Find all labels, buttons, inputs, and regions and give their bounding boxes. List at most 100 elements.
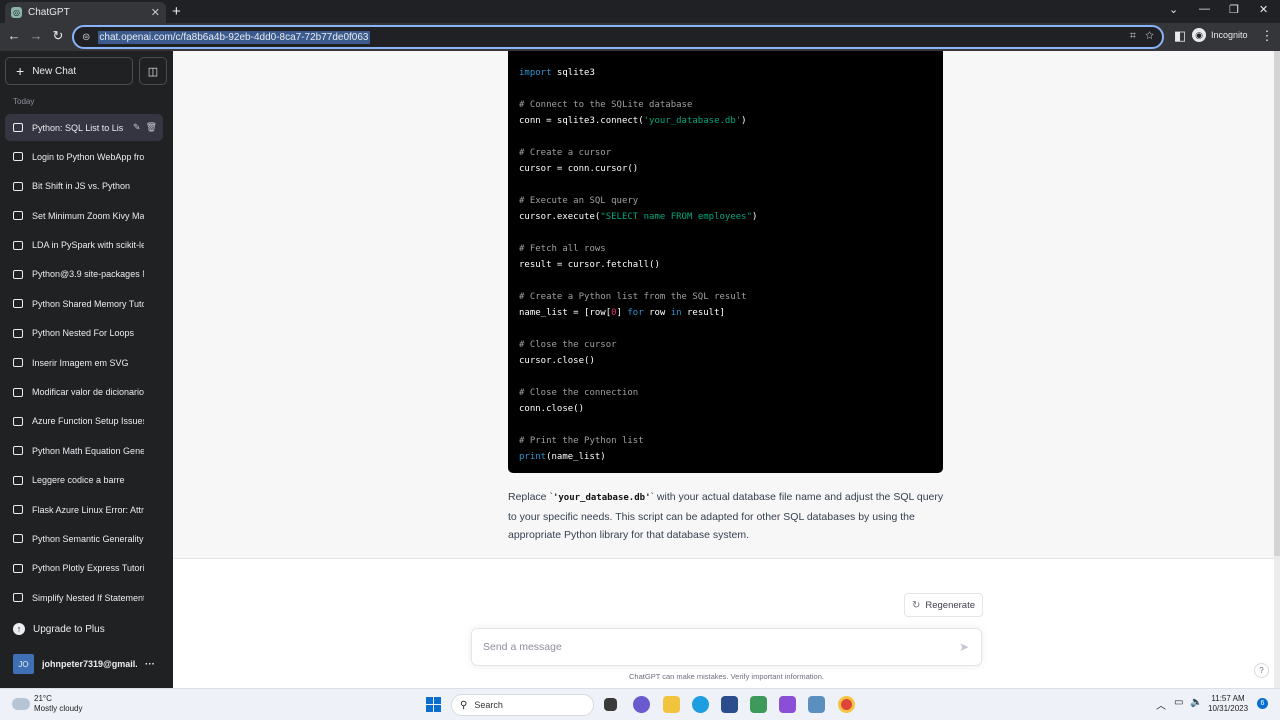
conversation-item[interactable]: Python Semantic Generality: [5, 525, 163, 553]
edge-browser-icon[interactable]: [692, 696, 709, 713]
conversation-item[interactable]: Login to Python WebApp fro: [5, 143, 163, 171]
side-panel-icon[interactable]: ◧: [1172, 28, 1188, 44]
clock-time: 11:57 AM: [1211, 694, 1245, 703]
regenerate-label: Regenerate: [925, 599, 976, 611]
scrollbar-thumb[interactable]: [1274, 51, 1280, 556]
composer-area: ↻ Regenerate ➤ ChatGPT can make mistakes…: [173, 559, 1274, 688]
conversation-item[interactable]: Simplify Nested If Statement: [5, 584, 163, 612]
conversation-title: Bit Shift in JS vs. Python: [32, 181, 131, 192]
maximize-icon[interactable]: ❐: [1229, 3, 1239, 16]
microsoft-store-icon[interactable]: [721, 696, 738, 713]
plus-icon: +: [16, 63, 25, 79]
close-sidebar-button[interactable]: ◫: [139, 57, 167, 85]
conversation-item[interactable]: Python@3.9 site-packages M: [5, 260, 163, 288]
more-options-icon[interactable]: ···: [145, 659, 155, 670]
system-clock[interactable]: 11:57 AM 10/31/2023: [1208, 694, 1248, 714]
bookmark-star-icon[interactable]: ⌗ ☆: [1130, 30, 1154, 43]
new-tab-icon[interactable]: +: [172, 3, 181, 20]
code-line: conn.close(): [519, 404, 585, 414]
chat-bubble-icon: [13, 534, 23, 544]
conversation-item[interactable]: Leggere codice a barre: [5, 466, 163, 494]
incognito-icon: ◉: [1192, 28, 1206, 42]
conversation-title: Python@3.9 site-packages M: [32, 269, 144, 280]
browser-tab-bar: ◎ ChatGPT ✕ + ⌄ — ❐ ✕: [0, 0, 1280, 23]
tab-title: ChatGPT: [28, 7, 70, 18]
photos-icon[interactable]: [808, 696, 825, 713]
browser-tab[interactable]: ◎ ChatGPT ✕: [5, 2, 166, 23]
conversation-item[interactable]: Inserir Imagem em SVG: [5, 349, 163, 377]
conversation-item[interactable]: Python Nested For Loops: [5, 319, 163, 347]
tab-search-icon[interactable]: ⌄: [1169, 3, 1178, 16]
conversation-title: Python Plotly Express Tutoria: [32, 563, 144, 574]
close-tab-icon[interactable]: ✕: [151, 6, 160, 19]
conversation-item[interactable]: Python Shared Memory Tutor: [5, 290, 163, 318]
windows-taskbar: 21°C Mostly cloudy ⚲ Search ︿ ▭ 🔈 11:57 …: [0, 688, 1280, 720]
chat-bubble-icon: [13, 387, 23, 397]
conversation-title: Python: SQL List to Lis: [32, 122, 124, 133]
code-line: print(name_list): [519, 452, 606, 462]
regenerate-button[interactable]: ↻ Regenerate: [904, 593, 983, 617]
conversation-item[interactable]: Modificar valor de dicionario: [5, 378, 163, 406]
back-icon[interactable]: ←: [6, 28, 22, 43]
chat-bubble-icon: [13, 123, 23, 132]
conversation-title: Leggere codice a barre: [32, 475, 125, 486]
chat-bubble-icon: [13, 152, 23, 162]
chat-bubble-icon: [13, 328, 23, 338]
send-icon[interactable]: ➤: [959, 640, 969, 654]
conversation-item[interactable]: Flask Azure Linux Error: Attri: [5, 496, 163, 524]
code-line: cursor.execute("SELECT name FROM employe…: [519, 212, 758, 222]
notification-badge[interactable]: 6: [1257, 698, 1268, 709]
chatgpt-favicon-icon: ◎: [11, 7, 22, 18]
site-info-icon[interactable]: ⊜: [82, 32, 90, 43]
conversation-item[interactable]: Python Math Equation Gener: [5, 437, 163, 465]
message-input[interactable]: [483, 641, 943, 653]
url-text[interactable]: chat.openai.com/c/fa8b6a4b-92eb-4dd0-8ca…: [98, 30, 370, 44]
edit-delete-icons[interactable]: ✎ 🗑: [133, 122, 157, 133]
sidebar-toggle-icon: ◫: [147, 65, 159, 78]
conversation-item[interactable]: Python: SQL List to Lis ✎ 🗑: [5, 114, 163, 141]
taskbar-search[interactable]: ⚲ Search: [451, 694, 594, 716]
close-window-icon[interactable]: ✕: [1259, 3, 1268, 16]
chat-bubble-icon: [13, 269, 23, 279]
conversation-item[interactable]: Python Plotly Express Tutoria: [5, 554, 163, 582]
message-box[interactable]: ➤: [471, 628, 982, 666]
show-hidden-icons[interactable]: ︿: [1156, 697, 1166, 712]
minimize-icon[interactable]: —: [1199, 3, 1210, 15]
conversation-item[interactable]: LDA in PySpark with scikit-le: [5, 231, 163, 259]
app-icon[interactable]: [779, 696, 796, 713]
menu-icon[interactable]: ⋮: [1259, 28, 1275, 44]
disclaimer-text: ChatGPT can make mistakes. Verify import…: [629, 672, 824, 681]
code-comment: # Close the cursor: [519, 340, 617, 350]
forward-icon[interactable]: →: [28, 28, 44, 43]
incognito-profile[interactable]: ◉ Incognito: [1192, 28, 1248, 42]
upgrade-arrow-icon: ↑: [13, 623, 25, 635]
notepad-icon[interactable]: [750, 696, 767, 713]
help-button[interactable]: ?: [1254, 663, 1269, 678]
network-icon[interactable]: ▭: [1174, 697, 1183, 708]
conversation-title: Python Nested For Loops: [32, 328, 135, 339]
weather-widget[interactable]: 21°C Mostly cloudy: [10, 694, 82, 714]
file-explorer-icon[interactable]: [663, 696, 680, 713]
code-comment: # Connect to the SQLite database: [519, 100, 693, 110]
conversation-item[interactable]: Azure Function Setup Issues: [5, 407, 163, 435]
address-bar[interactable]: ⊜ chat.openai.com/c/fa8b6a4b-92eb-4dd0-8…: [72, 25, 1164, 49]
conversation-item[interactable]: Set Minimum Zoom Kivy Map: [5, 202, 163, 230]
conversation-title: Modificar valor de dicionario: [32, 387, 144, 398]
code-line: conn = sqlite3.connect('your_database.db…: [519, 116, 747, 126]
teams-chat-icon[interactable]: [633, 696, 650, 713]
new-chat-button[interactable]: + New Chat: [5, 57, 133, 85]
clock-date: 10/31/2023: [1208, 704, 1249, 713]
upgrade-to-plus-button[interactable]: ↑ Upgrade to Plus: [13, 623, 105, 635]
chrome-icon[interactable]: [838, 696, 855, 713]
conversation-title: LDA in PySpark with scikit-le: [32, 240, 144, 251]
user-menu[interactable]: JO johnpeter7319@gmail.c ···: [13, 654, 163, 674]
code-line: name_list = [row[0] for row in result]: [519, 308, 725, 318]
windows-start-icon[interactable]: [426, 697, 441, 712]
conversation-item[interactable]: Bit Shift in JS vs. Python: [5, 172, 163, 200]
volume-icon[interactable]: 🔈: [1190, 697, 1202, 708]
reload-icon[interactable]: ↻: [50, 28, 66, 44]
task-view-icon[interactable]: [604, 698, 617, 711]
